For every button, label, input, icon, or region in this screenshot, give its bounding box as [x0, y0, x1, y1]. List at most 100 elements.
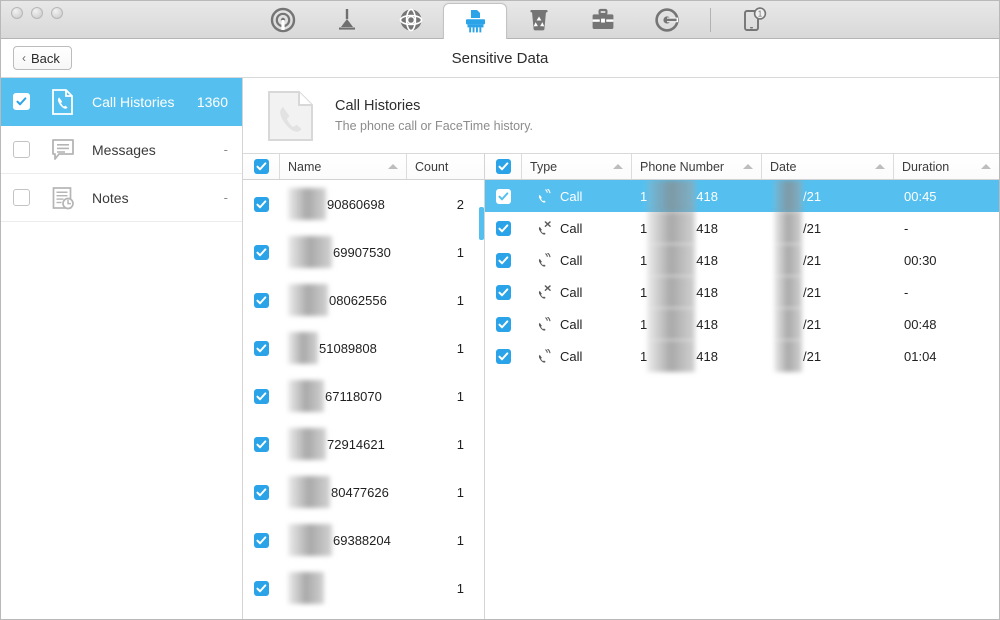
- sidebar-checkbox-messages[interactable]: [13, 141, 30, 158]
- row-checkbox-cell[interactable]: [485, 348, 522, 364]
- row-checkbox[interactable]: [496, 284, 511, 300]
- redacted-name-prefix: [288, 284, 328, 316]
- calls-table: Type Phone Number Date Duration Call 1 4…: [485, 154, 999, 619]
- row-checkbox-cell[interactable]: [243, 532, 280, 548]
- radar-tab[interactable]: [251, 1, 315, 39]
- row-checkbox[interactable]: [254, 244, 269, 260]
- trash-tab[interactable]: [507, 1, 571, 39]
- contacts-scrollbar-thumb[interactable]: [479, 207, 484, 240]
- table-row[interactable]: Call 1 418/21 00:48: [485, 308, 999, 340]
- phone-suffix: 418: [696, 348, 718, 364]
- sidebar-checkbox-call-histories[interactable]: [13, 93, 30, 110]
- contact-count-cell: 1: [456, 484, 464, 500]
- device-badge-count: 1: [758, 10, 763, 19]
- row-checkbox[interactable]: [254, 532, 269, 548]
- table-row[interactable]: Call 1 418/21 -: [485, 212, 999, 244]
- close-button[interactable]: [11, 7, 23, 19]
- row-checkbox-cell[interactable]: [243, 436, 280, 452]
- row-checkbox[interactable]: [254, 340, 269, 356]
- row-checkbox[interactable]: [496, 316, 511, 332]
- shredder-tab[interactable]: [443, 3, 507, 39]
- row-checkbox-cell[interactable]: [243, 580, 280, 596]
- sidebar-item-messages[interactable]: Messages -: [1, 126, 242, 174]
- row-checkbox[interactable]: [496, 188, 511, 204]
- row-checkbox[interactable]: [254, 580, 269, 596]
- calls-select-all-checkbox[interactable]: [495, 159, 511, 174]
- calls-col-date[interactable]: Date: [762, 154, 894, 179]
- contacts-select-all-cell[interactable]: [243, 154, 280, 179]
- row-checkbox-cell[interactable]: [243, 484, 280, 500]
- row-checkbox[interactable]: [254, 484, 269, 500]
- table-row[interactable]: 69907530 1: [243, 228, 484, 276]
- sidebar-item-call-histories[interactable]: Call Histories 1360: [1, 78, 242, 126]
- zoom-button[interactable]: [51, 7, 63, 19]
- sidebar-item-notes[interactable]: Notes -: [1, 174, 242, 222]
- row-checkbox[interactable]: [496, 252, 511, 268]
- redacted-phone-middle: [647, 244, 696, 276]
- table-row[interactable]: 51089808 1: [243, 324, 484, 372]
- calls-col-type[interactable]: Type: [522, 154, 632, 179]
- contact-name-text: 69388204: [333, 532, 391, 548]
- contact-count-cell: 2: [456, 196, 464, 212]
- calls-select-all-cell[interactable]: [485, 154, 522, 179]
- contacts-select-all-checkbox[interactable]: [253, 159, 269, 174]
- call-date-cell: /21: [762, 180, 894, 212]
- redacted-date-prefix: [774, 244, 802, 276]
- calls-col-duration[interactable]: Duration: [894, 154, 999, 179]
- row-checkbox-cell[interactable]: [485, 220, 522, 236]
- redacted-date-prefix: [774, 308, 802, 340]
- table-row[interactable]: Call 1 418/21 00:45: [485, 180, 999, 212]
- redacted-name-prefix: [288, 236, 332, 268]
- table-row[interactable]: 69388204 1: [243, 516, 484, 564]
- row-checkbox[interactable]: [254, 436, 269, 452]
- device-tab[interactable]: 1: [722, 1, 786, 39]
- row-checkbox[interactable]: [496, 220, 511, 236]
- table-row[interactable]: Call 1 418/21 00:30: [485, 244, 999, 276]
- table-row[interactable]: 1: [243, 564, 484, 612]
- call-type-text: Call: [560, 348, 583, 364]
- row-checkbox-cell[interactable]: [485, 284, 522, 300]
- row-checkbox-cell[interactable]: [485, 252, 522, 268]
- table-row[interactable]: Call 1 418/21 -: [485, 276, 999, 308]
- row-checkbox-cell[interactable]: [485, 316, 522, 332]
- contact-name-cell: 80477626: [280, 476, 407, 508]
- tables-area: Name Count 90860698 2 69907530 1 08062556 1 51…: [243, 153, 999, 619]
- contact-name-text: 90860698: [327, 196, 385, 212]
- table-row[interactable]: Call 1 418/21 01:04: [485, 340, 999, 372]
- call-date-cell: /21: [762, 340, 894, 372]
- row-checkbox-cell[interactable]: [243, 340, 280, 356]
- minimize-button[interactable]: [31, 7, 43, 19]
- sidebar-checkbox-notes[interactable]: [13, 189, 30, 206]
- row-checkbox-cell[interactable]: [243, 292, 280, 308]
- contacts-scrollbar-track[interactable]: [479, 207, 484, 619]
- cleaner-tab[interactable]: [315, 1, 379, 39]
- row-checkbox-cell[interactable]: [243, 196, 280, 212]
- row-checkbox-cell[interactable]: [243, 388, 280, 404]
- row-checkbox-cell[interactable]: [485, 188, 522, 204]
- table-row[interactable]: 90860698 2: [243, 180, 484, 228]
- row-checkbox[interactable]: [254, 388, 269, 404]
- message-icon: [50, 137, 76, 163]
- row-checkbox[interactable]: [496, 348, 511, 364]
- row-checkbox[interactable]: [254, 196, 269, 212]
- table-row[interactable]: 80477626 1: [243, 468, 484, 516]
- check-icon: [256, 439, 267, 448]
- table-row[interactable]: 67118070 1: [243, 372, 484, 420]
- target-icon: [655, 8, 679, 32]
- web-tab[interactable]: [379, 1, 443, 39]
- calls-col-phone[interactable]: Phone Number: [632, 154, 762, 179]
- table-row[interactable]: 72914621 1: [243, 420, 484, 468]
- call-phone-cell: 1 418: [632, 180, 762, 212]
- toolkit-tab[interactable]: [571, 1, 635, 39]
- contacts-table: Name Count 90860698 2 69907530 1 08062556 1 51…: [243, 154, 485, 619]
- row-checkbox[interactable]: [254, 292, 269, 308]
- optimize-tab[interactable]: [635, 1, 699, 39]
- contacts-col-count[interactable]: Count: [407, 154, 484, 179]
- back-button[interactable]: ‹ Back: [13, 46, 72, 70]
- contacts-col-name[interactable]: Name: [280, 154, 407, 179]
- table-row[interactable]: 08062556 1: [243, 276, 484, 324]
- sidebar-item-label: Call Histories: [92, 93, 175, 110]
- main-header-title: Call Histories: [335, 98, 421, 114]
- call-history-icon: [50, 88, 76, 115]
- row-checkbox-cell[interactable]: [243, 244, 280, 260]
